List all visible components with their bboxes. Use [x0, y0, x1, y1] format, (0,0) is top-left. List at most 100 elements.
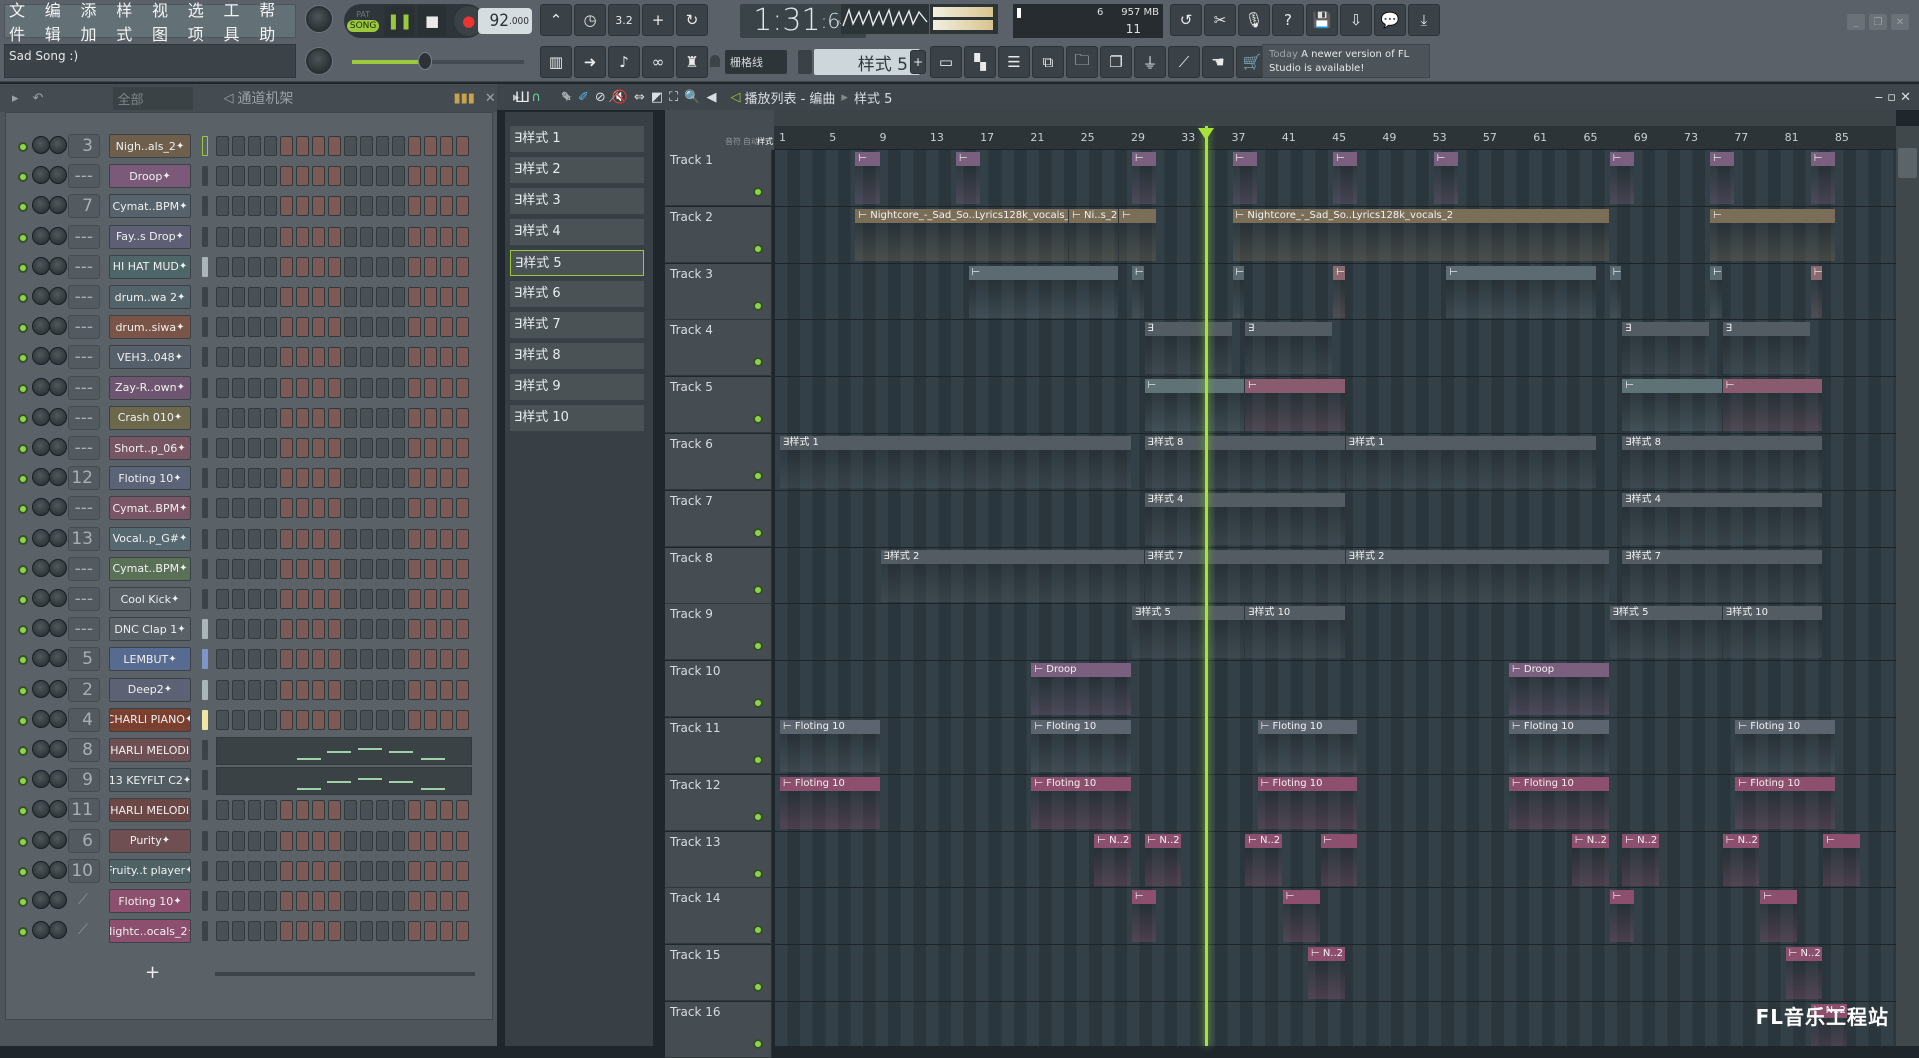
step-button[interactable]	[248, 649, 261, 670]
step-button[interactable]	[376, 709, 389, 730]
step-button[interactable]	[248, 438, 261, 458]
step-button[interactable]	[456, 347, 469, 368]
step-button[interactable]	[392, 860, 405, 881]
channel-volume-knob[interactable]	[49, 860, 67, 879]
step-button[interactable]	[216, 528, 229, 549]
step-button[interactable]	[232, 438, 245, 458]
step-button[interactable]	[392, 558, 405, 579]
track-header[interactable]: Track 16	[665, 1002, 772, 1058]
mixer-track-number[interactable]: 2	[68, 677, 100, 702]
step-button[interactable]	[232, 287, 245, 307]
step-button[interactable]	[424, 709, 437, 730]
step-button[interactable]	[424, 921, 437, 942]
channel-name-button[interactable]: CHARLI PIANO ✦	[109, 707, 191, 732]
track-header[interactable]: Track 13	[665, 831, 772, 888]
mixer-track-number[interactable]: 13	[68, 526, 100, 551]
mixer-track-number[interactable]: ---	[68, 164, 100, 189]
step-button[interactable]	[216, 226, 229, 247]
step-button[interactable]	[312, 256, 325, 277]
step-button[interactable]	[408, 468, 421, 489]
step-button[interactable]	[440, 619, 453, 640]
step-button[interactable]	[440, 166, 453, 187]
step-button[interactable]	[408, 136, 421, 156]
group-filter-dropdown[interactable]: 全部	[113, 86, 194, 110]
step-button[interactable]	[440, 921, 453, 942]
step-button[interactable]	[264, 256, 277, 277]
step-button[interactable]	[248, 317, 261, 338]
stop-button[interactable]: ■	[416, 5, 448, 37]
step-button[interactable]	[360, 498, 373, 519]
channel-volume-knob[interactable]	[49, 196, 67, 215]
step-button[interactable]	[456, 287, 469, 307]
step-button[interactable]	[312, 709, 325, 730]
step-button[interactable]	[264, 438, 277, 458]
pause-button[interactable]: ❚❚	[384, 5, 415, 37]
step-button[interactable]	[424, 528, 437, 549]
step-button[interactable]	[216, 136, 229, 156]
step-button[interactable]	[456, 891, 469, 911]
step-button[interactable]	[248, 377, 261, 398]
step-button[interactable]	[456, 619, 469, 640]
mixer-track-number[interactable]: ---	[68, 375, 100, 400]
menu-item[interactable]: 样式	[116, 0, 146, 45]
channel-pan-knob[interactable]	[32, 709, 50, 728]
step-button[interactable]	[264, 891, 277, 911]
track-mute-led[interactable]	[753, 1039, 763, 1049]
step-button[interactable]	[424, 498, 437, 519]
mixer-window-icon[interactable]: ⧉	[1032, 46, 1064, 78]
channel-pan-knob[interactable]	[32, 740, 50, 758]
step-button[interactable]	[456, 921, 469, 942]
mixer-track-number[interactable]: ---	[68, 617, 100, 642]
step-button[interactable]	[376, 468, 389, 489]
step-button[interactable]	[424, 649, 437, 670]
step-button[interactable]	[216, 468, 229, 489]
slip-icon[interactable]: ⇔	[634, 90, 645, 105]
step-button[interactable]	[248, 498, 261, 519]
pattern-item[interactable]: ∃样式 5	[510, 250, 644, 276]
step-button[interactable]	[248, 256, 261, 277]
step-button[interactable]	[312, 468, 325, 489]
step-button[interactable]	[344, 226, 357, 247]
step-button[interactable]	[264, 166, 277, 187]
channel-volume-knob[interactable]	[49, 377, 67, 396]
channel-name-button[interactable]: Cymat..BPM ✦	[109, 496, 191, 521]
step-button[interactable]	[264, 528, 277, 549]
step-button[interactable]	[440, 136, 453, 156]
step-button[interactable]	[408, 528, 421, 549]
step-button[interactable]	[456, 830, 469, 851]
playback-icon[interactable]: ◀	[706, 90, 716, 105]
channel-select-indicator[interactable]	[202, 407, 208, 428]
track-header[interactable]: Track 10	[665, 661, 772, 718]
step-button[interactable]	[424, 136, 437, 156]
track-mute-led[interactable]	[753, 414, 763, 425]
playlist-overview-scrollbar[interactable]	[774, 110, 1896, 126]
step-button[interactable]	[328, 830, 341, 851]
step-button[interactable]	[232, 800, 245, 821]
step-button[interactable]	[312, 921, 325, 942]
master-volume-slider-track[interactable]	[424, 60, 524, 64]
step-button[interactable]	[232, 649, 245, 670]
step-button[interactable]	[248, 196, 261, 217]
menu-item[interactable]: 添加	[81, 0, 111, 45]
step-button[interactable]	[280, 709, 293, 730]
step-button[interactable]	[424, 347, 437, 368]
step-button[interactable]	[248, 709, 261, 730]
step-button[interactable]	[376, 347, 389, 368]
step-button[interactable]	[344, 921, 357, 942]
step-button[interactable]	[456, 498, 469, 519]
step-button[interactable]	[376, 830, 389, 851]
step-button[interactable]	[408, 347, 421, 368]
step-button[interactable]	[232, 136, 245, 156]
step-button[interactable]	[216, 589, 229, 609]
step-button[interactable]	[360, 528, 373, 549]
mixer-track-number[interactable]: ---	[68, 224, 100, 249]
channel-select-indicator[interactable]	[202, 770, 208, 791]
step-button[interactable]	[344, 679, 357, 700]
step-button[interactable]	[408, 830, 421, 851]
channel-mute-led[interactable]	[18, 293, 28, 303]
track-header[interactable]: Track 7	[665, 490, 772, 547]
step-button[interactable]	[232, 498, 245, 519]
step-button[interactable]	[440, 468, 453, 489]
track-header[interactable]: Track 12	[665, 774, 772, 831]
channel-name-button[interactable]: Deep2 ✦	[109, 677, 191, 702]
